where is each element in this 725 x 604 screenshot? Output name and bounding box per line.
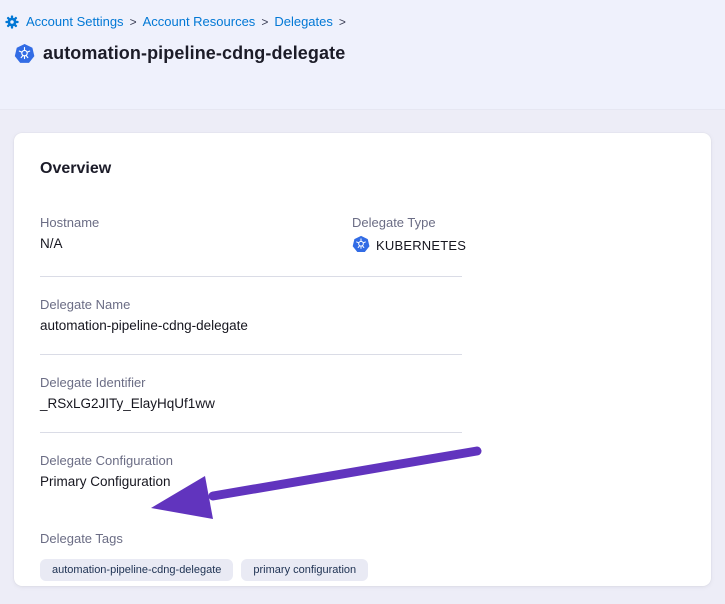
field-delegate-name: Delegate Name automation-pipeline-cdng-d… (40, 297, 462, 334)
field-delegate-identifier: Delegate Identifier _RSxLG2JITy_ElayHqUf… (40, 375, 462, 412)
overview-card: Overview Hostname N/A Delegate Type (14, 133, 711, 586)
delegate-type-label: Delegate Type (352, 215, 466, 231)
divider (40, 432, 462, 433)
delegate-configuration-value: Primary Configuration (40, 473, 462, 490)
breadcrumb-separator: > (339, 14, 346, 30)
field-delegate-type: Delegate Type (352, 215, 466, 256)
field-delegate-configuration: Delegate Configuration Primary Configura… (40, 453, 462, 490)
breadcrumb-account-resources[interactable]: Account Resources (143, 14, 256, 30)
breadcrumb-separator: > (130, 14, 137, 30)
field-delegate-tags: Delegate Tags automation-pipeline-cdng-d… (40, 531, 462, 581)
delegate-name-label: Delegate Name (40, 297, 462, 313)
divider (40, 276, 462, 277)
delegate-identifier-value: _RSxLG2JITy_ElayHqUf1ww (40, 395, 462, 412)
field-row-hostname-type: Hostname N/A Delegate Type (40, 215, 462, 256)
breadcrumb-delegates[interactable]: Delegates (274, 14, 333, 30)
page-header: Account Settings > Account Resources > D… (0, 0, 725, 110)
delegate-configuration-label: Delegate Configuration (40, 453, 462, 469)
delegate-tags-label: Delegate Tags (40, 531, 462, 547)
hostname-label: Hostname (40, 215, 352, 231)
delegate-identifier-label: Delegate Identifier (40, 375, 462, 391)
page-title: automation-pipeline-cdng-delegate (43, 43, 345, 64)
breadcrumb-separator: > (261, 14, 268, 30)
hostname-value: N/A (40, 235, 352, 252)
tag-chip: primary configuration (241, 559, 368, 581)
page-title-row: automation-pipeline-cdng-delegate (14, 43, 709, 64)
delegate-tags-list: automation-pipeline-cdng-delegate primar… (40, 559, 462, 581)
tag-chip: automation-pipeline-cdng-delegate (40, 559, 233, 581)
delegate-type-value: KUBERNETES (376, 238, 466, 253)
kubernetes-icon (14, 43, 35, 64)
kubernetes-icon (352, 235, 370, 256)
overview-heading: Overview (40, 160, 685, 178)
breadcrumb: Account Settings > Account Resources > D… (5, 14, 709, 30)
breadcrumb-account-settings[interactable]: Account Settings (26, 14, 124, 30)
field-hostname: Hostname N/A (40, 215, 352, 256)
divider (40, 354, 462, 355)
delegate-name-value: automation-pipeline-cdng-delegate (40, 317, 462, 334)
gear-icon (5, 15, 19, 29)
